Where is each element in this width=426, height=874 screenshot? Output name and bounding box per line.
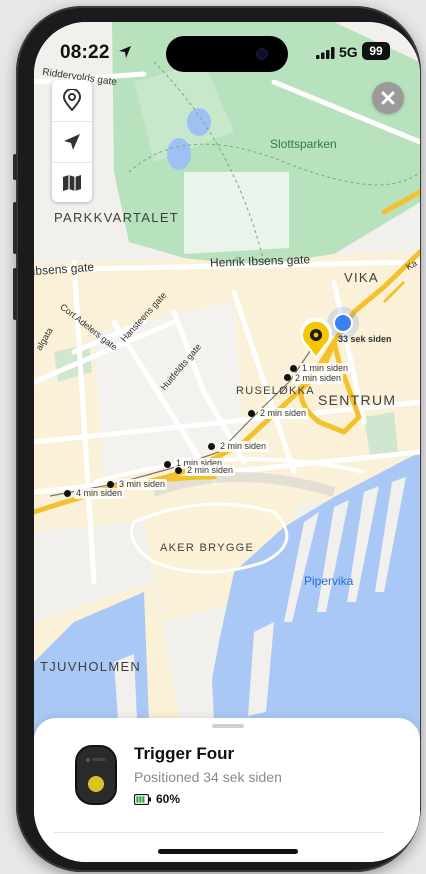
area-label-sentrum: SENTRUM: [318, 392, 397, 408]
map-toolbar: [52, 80, 92, 202]
clock: 08:22: [60, 42, 110, 63]
tracker-device-icon: [75, 745, 117, 805]
trail-point[interactable]: [64, 490, 71, 497]
device-name: Trigger Four: [134, 744, 235, 763]
device-location-pin-icon[interactable]: [297, 318, 335, 362]
trail-point[interactable]: [175, 467, 182, 474]
area-label-vika: VIKA: [344, 270, 379, 285]
screen: Riddervolds gate Slottsparken PARKKVARTA…: [34, 22, 420, 862]
map-icon: [63, 175, 81, 191]
network-type: 5G: [339, 44, 358, 60]
trail-label: 33 sek siden: [338, 334, 392, 344]
trail-point[interactable]: [248, 410, 255, 417]
mute-switch: [13, 154, 17, 180]
status-bar: 08:22 5G 99: [34, 22, 420, 76]
navigation-arrow-icon: [64, 134, 80, 150]
device-position-time: Positioned 34 sek siden: [134, 769, 282, 785]
location-pin-icon: [62, 89, 82, 111]
navigate-button[interactable]: [52, 121, 92, 162]
trail-point[interactable]: [107, 481, 114, 488]
close-button[interactable]: [372, 82, 404, 114]
water-label-pipervika: Pipervika: [304, 574, 354, 588]
cellular-signal-icon: [316, 47, 335, 59]
device-bottom-sheet[interactable]: Trigger Four Positioned 34 sek siden 60%: [34, 718, 420, 862]
location-pin-button[interactable]: [52, 80, 92, 120]
trail-point[interactable]: [290, 365, 297, 372]
divider: [54, 832, 384, 833]
trail-label: 4 min siden: [74, 488, 125, 499]
area-label-tjuvholmen: TJUVHOLMEN: [40, 659, 142, 674]
battery-indicator: 99: [362, 42, 390, 60]
sheet-drag-handle[interactable]: [212, 724, 244, 728]
trail-label: 3 min siden: [117, 479, 168, 490]
trail-label: 2 min siden: [185, 465, 236, 476]
home-indicator[interactable]: [158, 849, 298, 854]
trail-point[interactable]: [284, 374, 291, 381]
trail-label: 2 min siden: [293, 373, 344, 384]
trail-label: 2 min siden: [218, 441, 269, 452]
area-label-parkkvartalet: PARKKVARTALET: [54, 210, 180, 225]
map-layers-button[interactable]: [52, 162, 92, 203]
device-battery: 60%: [134, 792, 180, 806]
device-battery-percent: 60%: [156, 792, 181, 806]
volume-up-button: [13, 202, 17, 254]
camera-icon: [256, 48, 268, 60]
battery-icon: [134, 793, 151, 805]
close-icon: [381, 91, 395, 105]
park-label-slottsparken: Slottsparken: [270, 137, 337, 151]
area-label-ruselokka: RUSELØKKA: [236, 385, 315, 397]
dynamic-island: [166, 36, 288, 72]
location-arrow-icon: [119, 46, 131, 58]
volume-down-button: [13, 268, 17, 320]
area-label-aker-brygge: AKER BRYGGE: [160, 542, 255, 554]
trail-label: 2 min siden: [258, 408, 309, 419]
trail-point[interactable]: [208, 443, 215, 450]
trail-point[interactable]: [164, 461, 171, 468]
user-location-dot: [333, 313, 353, 333]
